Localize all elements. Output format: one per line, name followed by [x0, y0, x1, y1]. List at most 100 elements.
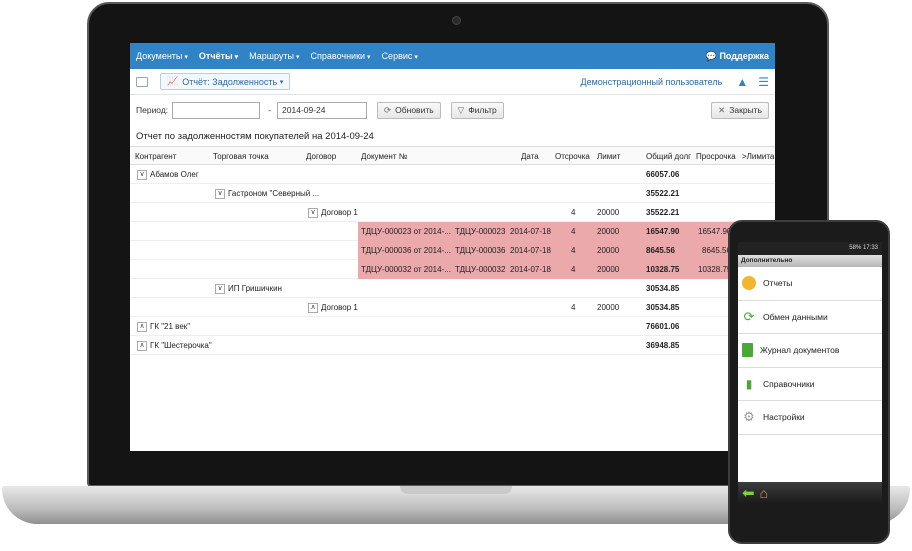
col-overdue[interactable]: Просрочка	[696, 152, 736, 161]
phone-item-exchange[interactable]: ⟳ Обмен данными	[738, 300, 882, 334]
report-select-label: Отчёт: Задолженность	[182, 76, 278, 87]
col-delay[interactable]: Отсрочка	[555, 152, 590, 161]
expand-toggle[interactable]: ∧	[308, 303, 318, 313]
collapse-toggle[interactable]: ∨	[215, 284, 225, 294]
collapse-toggle[interactable]: ∨	[308, 208, 318, 218]
col-date[interactable]: Дата	[521, 152, 539, 161]
row-document: ТДЦУ-000032 от 2014-...	[361, 265, 451, 274]
table-row[interactable]: ∨ Гастроном "Северный ... 35522.21	[130, 184, 775, 203]
filter-button[interactable]: ▽ Фильтр	[450, 101, 504, 119]
menu-documents[interactable]: Документы ▾	[136, 51, 188, 61]
laptop-notch	[400, 486, 512, 494]
row-document: ТДЦУ-000023 от 2014-...	[361, 227, 451, 236]
close-icon: ✕	[718, 104, 726, 115]
row-label: ГК "Шестерочка"	[150, 341, 212, 350]
row-delay: 4	[571, 227, 576, 236]
user-link[interactable]: Демонстрационный пользователь	[581, 77, 723, 87]
date-to-input[interactable]: 2014-09-24	[277, 101, 368, 119]
chevron-down-icon: ▾	[414, 54, 418, 61]
close-button[interactable]: ✕ Закрыть	[711, 101, 769, 119]
app-screen: Документы ▾ Отчёты ▾ Маршруты ▾ Справочники…	[130, 43, 775, 451]
warning-icon[interactable]: ▲	[736, 75, 748, 89]
col-document[interactable]: Документ №	[361, 152, 407, 161]
line-chart-icon: 📈	[167, 76, 179, 86]
chevron-down-icon: ▾	[296, 54, 300, 61]
sliders-icon[interactable]: ☰	[758, 75, 769, 89]
menu-routes[interactable]: Маршруты ▾	[249, 51, 299, 61]
menu-bar: Документы ▾ Отчёты ▾ Маршруты ▾ Справочники…	[130, 43, 775, 69]
expand-toggle[interactable]: ∧	[137, 341, 147, 351]
table-row[interactable]: ∨ ИП Гришичкин 30534.85	[130, 279, 775, 298]
phone-item-catalogs[interactable]: ▮ Справочники	[738, 367, 882, 401]
back-arrow-icon[interactable]: ⬅	[742, 484, 755, 502]
journal-icon	[742, 343, 753, 358]
row-overdue: 16547.90	[698, 227, 732, 236]
col-outlet[interactable]: Торговая точка	[213, 152, 269, 161]
table-row[interactable]: ∨ Абамов Олег 66057.06	[130, 165, 775, 184]
table-row[interactable]: ∨ Договор 1 4 20000 35522.21	[130, 203, 775, 222]
row-label: Договор 1	[321, 208, 358, 217]
date-from-input[interactable]	[172, 101, 261, 119]
menu-documents-label: Документы	[136, 51, 183, 61]
period-label: Период:	[136, 105, 169, 115]
menu-catalogs-label: Справочники	[310, 51, 366, 61]
monitor-icon[interactable]	[136, 76, 148, 87]
collapse-toggle[interactable]: ∨	[137, 170, 147, 180]
menu-reports[interactable]: Отчёты ▾	[199, 51, 238, 61]
phone-item-journal[interactable]: Журнал документов	[738, 334, 882, 368]
table-row[interactable]: ∧ ГК "Шестерочка" 36948.85	[130, 336, 775, 355]
refresh-button[interactable]: ⟳ Обновить	[377, 101, 441, 119]
support-link[interactable]: 💬 Поддержка	[706, 51, 769, 62]
stage: Документы ▾ Отчёты ▾ Маршруты ▾ Справочники…	[0, 0, 912, 551]
menu-catalogs[interactable]: Справочники ▾	[311, 51, 371, 61]
expand-toggle[interactable]: ∧	[137, 322, 147, 332]
close-label: Закрыть	[729, 105, 762, 115]
refresh-label: Обновить	[395, 105, 434, 115]
table-row[interactable]: ∧ ГК "21 век" 76601.06	[130, 317, 775, 336]
menu-service[interactable]: Сервис ▾	[382, 51, 418, 61]
sync-icon: ⟳	[743, 308, 755, 324]
col-contract[interactable]: Договор	[306, 152, 336, 161]
toolbar: 📈 Отчёт: Задолженность ▾ Демонстрационный…	[130, 69, 775, 95]
table-row[interactable]: ТДЦУ-000036 от 2014-... ТДЦУ-000036 2014…	[130, 241, 775, 260]
col-over-limit[interactable]: >Лимита	[742, 152, 774, 161]
row-docnum: ТДЦУ-000023	[455, 227, 506, 236]
table-row[interactable]: ТДЦУ-000032 от 2014-... ТДЦУ-000032 2014…	[130, 260, 775, 279]
row-limit: 20000	[597, 303, 620, 312]
phone-screen: 58% 17:33 Дополнительно Отчеты ⟳ Обмен д…	[738, 242, 882, 504]
report-title: Отчет по задолженностям покупателей на 2…	[130, 125, 775, 147]
row-docnum: ТДЦУ-000032	[455, 265, 506, 274]
row-total: 36948.85	[646, 341, 680, 350]
col-total[interactable]: Общий долг	[646, 152, 691, 161]
phone-title: Дополнительно	[738, 255, 882, 267]
row-overdue: 8645.56	[702, 246, 731, 255]
col-limit[interactable]: Лимит	[597, 152, 620, 161]
phone-item-reports[interactable]: Отчеты	[738, 267, 882, 301]
gear-icon: ⚙	[743, 409, 755, 425]
table-row[interactable]: ∧ Договор 1 4 20000 30534.85	[130, 298, 775, 317]
pie-chart-icon	[742, 276, 756, 291]
phone-item-label: Обмен данными	[763, 311, 828, 322]
table-row[interactable]: ТДЦУ-000023 от 2014-... ТДЦУ-000023 2014…	[130, 222, 775, 241]
phone-item-settings[interactable]: ⚙ Настройки	[738, 401, 882, 435]
report-select[interactable]: 📈 Отчёт: Задолженность ▾	[160, 73, 291, 90]
table-header: Контрагент Торговая точка Договор Докуме…	[130, 147, 775, 165]
funnel-icon: ▽	[457, 104, 465, 115]
home-icon[interactable]: ⌂	[760, 485, 768, 501]
phone-item-label: Настройки	[763, 412, 805, 423]
row-date: 2014-07-18	[510, 246, 551, 255]
collapse-toggle[interactable]: ∨	[215, 189, 225, 199]
row-total: 76601.06	[646, 322, 680, 331]
row-docnum: ТДЦУ-000036	[455, 246, 506, 255]
bookmark-icon: ▮	[745, 376, 753, 391]
camera-icon	[452, 16, 461, 25]
row-delay: 4	[571, 265, 576, 274]
row-total: 16547.90	[646, 227, 680, 236]
row-limit: 20000	[597, 227, 620, 236]
refresh-icon: ⟳	[384, 104, 392, 115]
row-delay: 4	[571, 303, 576, 312]
col-counterparty[interactable]: Контрагент	[135, 152, 176, 161]
row-delay: 4	[571, 246, 576, 255]
phone-item-label: Справочники	[763, 378, 815, 389]
phone-bottom-bar: ⬅ ⌂	[738, 482, 882, 504]
